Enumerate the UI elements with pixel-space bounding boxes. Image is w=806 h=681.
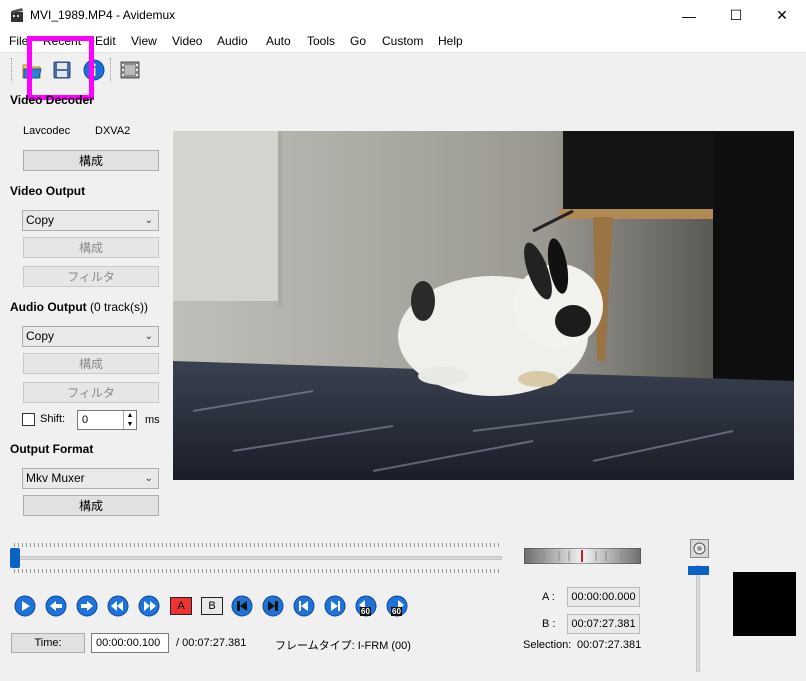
toolbar-separator [110,58,112,82]
menu-audio[interactable]: Audio [217,34,248,48]
go-to-marker-b-icon[interactable] [262,595,284,617]
timeline-slider-thumb[interactable] [10,548,20,568]
audio-codec-value: Copy [26,329,55,343]
slider-ticks-top [14,543,500,547]
decoder-configure-button[interactable]: 構成 [23,150,159,171]
muxer-value: Mkv Muxer [26,471,85,485]
window-title: MVI_1989.MP4 - Avidemux [30,8,176,22]
frame-type: フレームタイプ: I-FRM (00) [275,640,411,652]
go-to-marker-a-icon[interactable] [231,595,253,617]
first-frame-icon[interactable] [293,595,315,617]
back-60-button[interactable]: 60 [355,595,377,617]
decoder-hw-label: DXVA2 [95,125,131,137]
toolbar-grip [11,58,13,82]
menu-custom[interactable]: Custom [382,34,423,48]
maximize-button[interactable]: ☐ [713,0,759,31]
shift-label: Shift: [40,413,66,425]
video-configure-button[interactable]: 構成 [23,237,159,258]
audio-track-count: (0 track(s)) [89,300,148,314]
audio-filters-button[interactable]: フィルタ [23,382,159,403]
decoder-codec-label: Lavcodec [23,125,71,137]
set-marker-a-button[interactable]: A [170,597,192,615]
shift-stepper[interactable]: ▲ ▼ [123,411,136,429]
chevron-down-icon: ⌄ [144,473,153,484]
video-output-title: Video Output [10,184,86,198]
forward-60-button[interactable]: 60 [386,595,408,617]
next-keyframe-icon[interactable] [138,595,160,617]
previous-frame-icon[interactable] [45,595,67,617]
play-icon[interactable] [14,595,36,617]
marker-a-label: A [177,600,185,612]
muxer-configure-button[interactable]: 構成 [23,495,159,516]
shift-unit: ms [145,414,160,426]
close-button[interactable]: ✕ [759,0,805,31]
app-icon [11,8,23,22]
film-strip-icon [120,61,140,79]
menu-go[interactable]: Go [350,34,366,48]
time-button[interactable]: Time: [11,633,85,653]
highlight-box [27,36,94,100]
video-codec-select[interactable]: Copy ⌄ [22,210,159,231]
minimize-button[interactable]: — [666,0,712,31]
menu-file[interactable]: File [9,34,28,48]
slider-ticks-bottom [14,569,500,573]
audio-output-heading: Audio Output (0 track(s)) [10,300,148,314]
total-time: / 00:07:27.381 [176,637,247,649]
last-frame-icon[interactable] [324,595,346,617]
timeline-track[interactable] [14,556,502,560]
menu-edit[interactable]: Edit [95,34,116,48]
marker-a-time: 00:00:00.000 [567,587,640,607]
menu-help[interactable]: Help [438,34,463,48]
current-time-input[interactable]: 00:00:00.100 [91,633,169,653]
audio-configure-button[interactable]: 構成 [23,353,159,374]
selection-duration: 00:07:27.381 [577,639,642,651]
film-strip-button[interactable] [118,58,142,82]
volume-track[interactable] [696,565,700,672]
video-frame-image [173,131,794,480]
selection-label: Selection: [523,639,572,651]
video-decoder-title: Video Decoder [10,93,94,107]
audio-output-title: Audio Output [10,300,87,314]
menu-video[interactable]: Video [172,34,202,48]
muxer-select[interactable]: Mkv Muxer ⌄ [22,468,159,489]
marker-b-time-label: B : [542,618,556,630]
video-preview [173,131,794,480]
marker-b-label: B [208,600,216,612]
next-frame-icon[interactable] [76,595,98,617]
volume-slider-thumb[interactable] [688,566,709,575]
menu-auto[interactable]: Auto [266,34,291,48]
back-60-label: 60 [360,607,371,616]
speaker-icon [693,542,706,555]
video-filters-button[interactable]: フィルタ [23,266,159,287]
chevron-down-icon: ⌄ [144,331,153,342]
volume-button[interactable] [690,539,709,558]
shift-checkbox[interactable] [22,413,35,426]
menu-view[interactable]: View [131,34,157,48]
forward-60-label: 60 [391,607,402,616]
audio-codec-select[interactable]: Copy ⌄ [22,326,159,347]
previous-keyframe-icon[interactable] [107,595,129,617]
set-marker-b-button[interactable]: B [201,597,223,615]
audio-meter [733,572,796,636]
menu-tools[interactable]: Tools [307,34,335,48]
chevron-down-icon: ⌄ [144,215,153,226]
jog-shuttle[interactable] [524,548,641,564]
video-codec-value: Copy [26,213,55,227]
output-format-title: Output Format [10,442,94,456]
marker-a-time-label: A : [542,591,555,603]
marker-b-time: 00:07:27.381 [567,614,640,634]
